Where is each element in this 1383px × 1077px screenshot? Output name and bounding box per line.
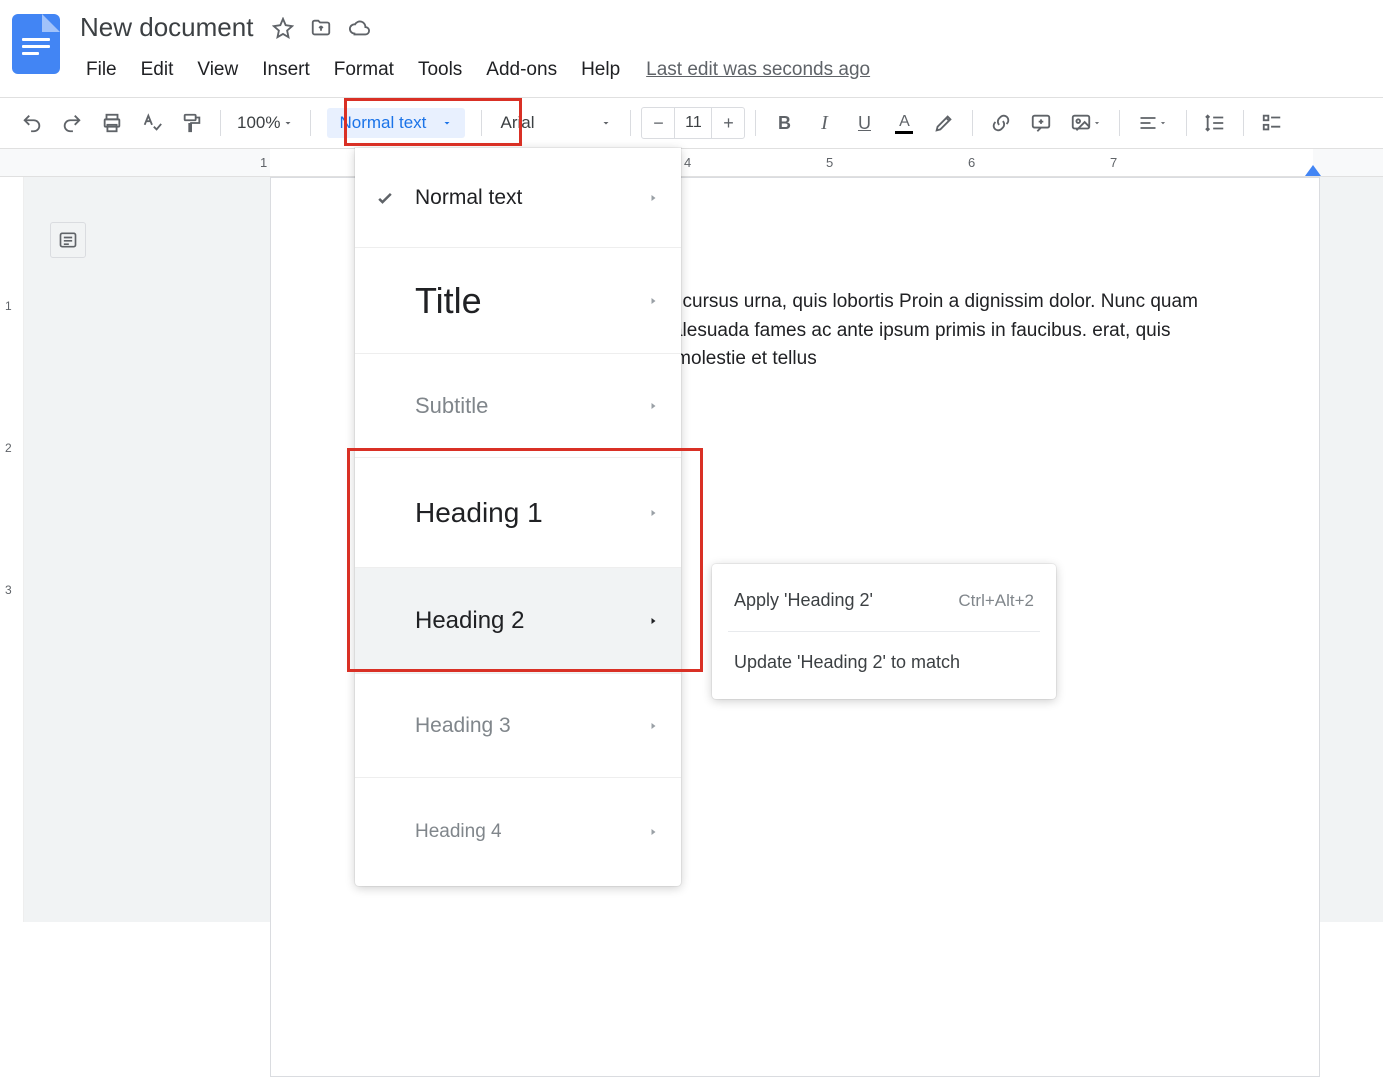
vruler-label: 1 [5, 299, 12, 313]
insert-image-button[interactable] [1063, 105, 1109, 141]
font-size-input[interactable] [674, 108, 712, 138]
submenu-update-heading-2[interactable]: Update 'Heading 2' to match [712, 638, 1056, 687]
font-label: Arial [500, 113, 534, 133]
menu-view[interactable]: View [187, 53, 248, 87]
heading-2-submenu: Apply 'Heading 2' Ctrl+Alt+2 Update 'Hea… [712, 564, 1056, 699]
menu-tools[interactable]: Tools [408, 53, 472, 87]
font-size-group: − + [641, 107, 745, 139]
add-comment-button[interactable] [1023, 105, 1059, 141]
star-icon[interactable] [271, 16, 295, 40]
menu-format[interactable]: Format [324, 53, 404, 87]
submenu-apply-label: Apply 'Heading 2' [734, 590, 873, 611]
style-label: Heading 2 [415, 607, 524, 635]
styles-current-label: Normal text [339, 113, 426, 133]
toolbar: 100% Normal text Arial − + B I U A [0, 97, 1383, 149]
font-size-decrease[interactable]: − [642, 108, 674, 138]
style-option-subtitle[interactable]: Subtitle [355, 354, 681, 458]
vruler-label: 2 [5, 441, 12, 455]
menu-insert[interactable]: Insert [252, 53, 320, 87]
print-button[interactable] [94, 105, 130, 141]
submenu-apply-heading-2[interactable]: Apply 'Heading 2' Ctrl+Alt+2 [712, 576, 1056, 625]
style-label: Heading 4 [415, 821, 502, 843]
spellcheck-button[interactable] [134, 105, 170, 141]
ruler-label: 7 [1110, 155, 1117, 170]
style-option-normal-text[interactable]: Normal text [355, 148, 681, 248]
zoom-value: 100% [237, 113, 280, 133]
ruler-label: 4 [684, 155, 691, 170]
right-indent-marker[interactable] [1305, 165, 1321, 176]
menu-file[interactable]: File [76, 53, 127, 87]
style-label: Title [415, 280, 482, 322]
chevron-right-icon [647, 295, 659, 307]
style-label: Normal text [415, 186, 522, 210]
chevron-right-icon [647, 192, 659, 204]
chevron-right-icon [647, 615, 659, 627]
submenu-update-label: Update 'Heading 2' to match [734, 652, 960, 673]
horizontal-ruler[interactable]: 1 2 3 4 5 6 7 [0, 149, 1383, 177]
style-label: Heading 1 [415, 497, 543, 529]
vertical-ruler[interactable]: 1 2 3 [0, 177, 24, 922]
ruler-label: 6 [968, 155, 975, 170]
chevron-right-icon [647, 826, 659, 838]
font-size-increase[interactable]: + [712, 108, 744, 138]
menu-bar: File Edit View Insert Format Tools Add-o… [76, 53, 1371, 87]
paragraph-styles-select[interactable]: Normal text [327, 108, 465, 138]
cloud-status-icon[interactable] [347, 16, 371, 40]
chevron-right-icon [647, 507, 659, 519]
style-option-title[interactable]: Title [355, 248, 681, 354]
style-label: Heading 3 [415, 714, 511, 738]
submenu-apply-shortcut: Ctrl+Alt+2 [958, 591, 1034, 611]
undo-button[interactable] [14, 105, 50, 141]
ruler-label: 1 [260, 155, 267, 170]
align-button[interactable] [1130, 105, 1176, 141]
document-title[interactable]: New document [76, 8, 257, 47]
insert-link-button[interactable] [983, 105, 1019, 141]
line-spacing-button[interactable] [1197, 105, 1233, 141]
header: New document File Edit View Insert Forma… [0, 0, 1383, 87]
menu-help[interactable]: Help [571, 53, 630, 87]
style-label: Subtitle [415, 393, 488, 419]
font-family-select[interactable]: Arial [492, 113, 620, 133]
style-option-heading-4[interactable]: Heading 4 [355, 778, 681, 886]
docs-logo-icon[interactable] [12, 14, 60, 74]
content-area: 1 2 3 consectetur adipiscing elit. Mauri… [0, 177, 1383, 922]
style-option-heading-3[interactable]: Heading 3 [355, 674, 681, 778]
last-edit-link[interactable]: Last edit was seconds ago [634, 53, 882, 87]
move-to-folder-icon[interactable] [309, 16, 333, 40]
italic-button[interactable]: I [806, 105, 842, 141]
paint-format-button[interactable] [174, 105, 210, 141]
zoom-select[interactable]: 100% [231, 113, 300, 133]
menu-addons[interactable]: Add-ons [476, 53, 567, 87]
paragraph-styles-dropdown: Normal text Title Subtitle Heading 1 Hea… [355, 148, 681, 886]
ruler-label: 5 [826, 155, 833, 170]
redo-button[interactable] [54, 105, 90, 141]
highlight-button[interactable] [926, 105, 962, 141]
bold-button[interactable]: B [766, 105, 802, 141]
style-option-heading-2[interactable]: Heading 2 [355, 568, 681, 674]
check-icon [373, 188, 397, 208]
menu-edit[interactable]: Edit [131, 53, 184, 87]
document-outline-button[interactable] [50, 222, 86, 258]
checklist-button[interactable] [1254, 105, 1290, 141]
underline-button[interactable]: U [846, 105, 882, 141]
chevron-right-icon [647, 720, 659, 732]
style-option-heading-1[interactable]: Heading 1 [355, 458, 681, 568]
submenu-separator [728, 631, 1040, 632]
chevron-right-icon [647, 400, 659, 412]
vruler-label: 3 [5, 583, 12, 597]
text-color-button[interactable]: A [886, 105, 922, 141]
